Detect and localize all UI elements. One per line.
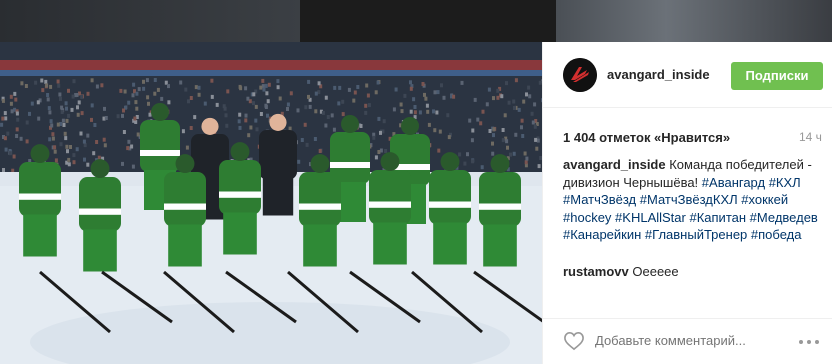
background-page-strip [0, 0, 300, 42]
post-photo [0, 42, 542, 364]
following-button[interactable]: Подписки [731, 62, 823, 90]
more-dot [799, 340, 803, 344]
heart-icon[interactable] [563, 331, 585, 351]
more-dot [807, 340, 811, 344]
hashtag-link[interactable]: #КХЛ [769, 175, 801, 190]
avangard-logo-icon [563, 58, 597, 92]
hashtag-link[interactable]: #хоккей [741, 192, 788, 207]
comment-text: Оееееe [632, 264, 679, 279]
hashtag-link[interactable]: #Медведев [750, 210, 818, 225]
post-header: avangard_inside Подписки [543, 42, 832, 108]
hashtag-link[interactable]: #Авангард [702, 175, 765, 190]
more-options-icon[interactable] [795, 331, 823, 351]
caption-username[interactable]: avangard_inside [563, 157, 666, 172]
add-comment-input[interactable] [595, 333, 785, 348]
post-time[interactable]: 14 ч [799, 130, 822, 144]
comment-item: rustamovv Оееееe [563, 264, 679, 279]
likes-count[interactable]: 1 404 отметок «Нравится» [563, 130, 730, 145]
hashtag-link[interactable]: #Канарейкин [563, 227, 641, 242]
hashtag-link[interactable]: #KHLAllStar [615, 210, 686, 225]
hashtag-link[interactable]: #МатчЗвёзд [563, 192, 636, 207]
background-page-strip-right [556, 0, 832, 42]
hashtag-link[interactable]: #МатчЗвёздКХЛ [640, 192, 738, 207]
more-dot [815, 340, 819, 344]
avatar[interactable] [563, 58, 597, 92]
hashtag-link[interactable]: #Капитан [689, 210, 746, 225]
post-username[interactable]: avangard_inside [607, 67, 710, 82]
comment-username[interactable]: rustamovv [563, 264, 629, 279]
post-side-panel: avangard_inside Подписки 1 404 отметок «… [542, 42, 832, 364]
post-caption: avangard_inside Команда победителей - ди… [563, 156, 825, 244]
team-photo-illustration [0, 42, 542, 364]
hashtag-link[interactable]: #hockey [563, 210, 611, 225]
hashtag-link[interactable]: #победа [751, 227, 802, 242]
comment-bar [543, 318, 832, 364]
hashtag-link[interactable]: #ГлавныйТренер [645, 227, 747, 242]
